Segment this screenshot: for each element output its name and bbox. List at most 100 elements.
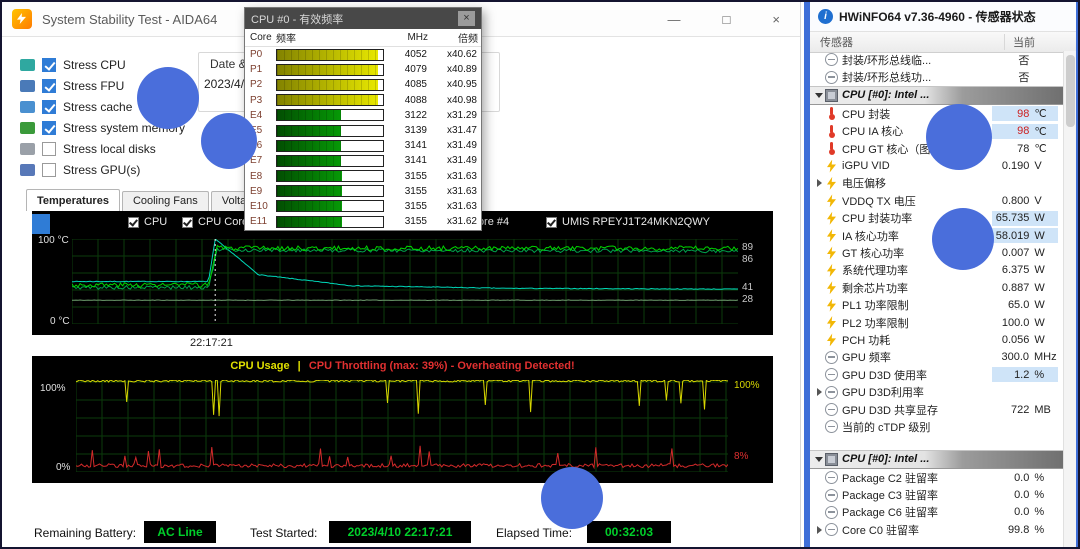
row-spacer <box>810 436 1064 450</box>
chevron-right-icon[interactable] <box>814 178 825 189</box>
chevron-down-icon[interactable] <box>814 454 825 465</box>
minimize-icon[interactable]: — <box>668 12 681 27</box>
multiplier-value: x31.49 <box>427 140 477 151</box>
freq-row[interactable]: P04052x40.62 <box>245 47 481 62</box>
stress-checkbox[interactable] <box>42 58 56 72</box>
sensor-value: 300.0MHz <box>992 350 1058 365</box>
freq-row[interactable]: P34088x40.98 <box>245 93 481 108</box>
usage-chart-title: CPU Usage | CPU Throttling (max: 39%) - … <box>32 360 773 372</box>
freq-row[interactable]: E113155x31.62 <box>245 214 481 229</box>
freq-row[interactable]: E103155x31.63 <box>245 199 481 214</box>
stress-checkbox[interactable] <box>42 100 56 114</box>
sensor-row[interactable]: PL2 功率限制100.0W <box>810 314 1064 331</box>
sensor-label: 封装/环形总线临... <box>842 52 992 68</box>
stress-checkbox[interactable] <box>42 163 56 177</box>
sensor-row[interactable]: 电压偏移 <box>810 175 1064 192</box>
stress-item[interactable]: Stress local disks <box>20 138 185 159</box>
sensor-row[interactable]: 系统代理功率6.375W <box>810 262 1064 279</box>
legend-label: CPU Core <box>198 216 248 228</box>
legend-checkbox[interactable] <box>182 217 193 228</box>
sensor-value: 98℃ <box>992 106 1058 121</box>
sensor-section-row[interactable]: CPU [#0]: Intel ... <box>810 450 1064 469</box>
sensor-row[interactable]: PCH 功耗0.056W <box>810 331 1064 348</box>
close-icon[interactable]: × <box>772 12 780 27</box>
freq-titlebar[interactable]: CPU #0 - 有效频率 × <box>245 8 481 29</box>
stress-checkbox[interactable] <box>42 121 56 135</box>
sensor-row[interactable]: Package C2 驻留率0.0% <box>810 469 1064 486</box>
mhz-value: 3122 <box>387 110 427 121</box>
freq-row[interactable]: P14079x40.89 <box>245 62 481 77</box>
core-label: E11 <box>250 216 274 227</box>
indent-spacer <box>814 108 825 119</box>
mhz-value: 3155 <box>387 186 427 197</box>
freq-row[interactable]: E43122x31.29 <box>245 108 481 123</box>
cpu-usage-chart <box>76 380 728 472</box>
sensor-row[interactable]: 封装/环形总线功...否 <box>810 68 1064 85</box>
indent-spacer <box>814 230 825 241</box>
chevron-down-icon[interactable] <box>814 90 825 101</box>
sensor-row[interactable]: GPU D3D 使用率1.2% <box>810 366 1064 383</box>
chevron-right-icon[interactable] <box>814 387 825 398</box>
chip-icon <box>825 89 838 102</box>
chip-icon <box>825 453 838 466</box>
freq-row[interactable]: E83155x31.63 <box>245 169 481 184</box>
sensor-row[interactable]: Package C6 驻留率0.0% <box>810 504 1064 521</box>
freq-row[interactable]: E53139x31.47 <box>245 123 481 138</box>
sensor-value-unit: W <box>1029 230 1056 242</box>
dash-icon <box>825 471 838 484</box>
stress-checkbox[interactable] <box>42 142 56 156</box>
bolt-icon <box>825 229 838 242</box>
sensor-value: 100.0W <box>992 315 1058 330</box>
sensor-value-number: 99.8 <box>992 524 1029 536</box>
stress-item[interactable]: Stress GPU(s) <box>20 159 185 180</box>
dash-icon <box>825 420 838 433</box>
legend-checkbox[interactable] <box>546 217 557 228</box>
blue-dot-overlay <box>541 467 603 529</box>
chart-right-label: 100% <box>734 380 760 391</box>
legend-label: CPU <box>144 216 167 228</box>
freq-row[interactable]: E93155x31.63 <box>245 184 481 199</box>
frequency-bar-fill <box>277 156 341 166</box>
close-icon[interactable]: × <box>458 11 475 26</box>
stress-label: Stress local disks <box>63 142 156 156</box>
bolt-icon <box>825 333 838 346</box>
scroll-thumb[interactable] <box>32 214 50 234</box>
sensor-value: 0.0% <box>992 505 1058 520</box>
indent-spacer <box>814 334 825 345</box>
sensor-row[interactable]: 封装/环形总线临...否 <box>810 51 1064 68</box>
maximize-icon[interactable]: □ <box>723 12 731 27</box>
freq-row[interactable]: P24085x40.95 <box>245 77 481 92</box>
frequency-bar-fill <box>277 80 378 90</box>
legend-item[interactable]: CPU Core <box>182 216 248 228</box>
scrollbar-thumb[interactable] <box>1066 55 1075 127</box>
stress-checkbox[interactable] <box>42 79 56 93</box>
hwinfo-titlebar[interactable]: i HWiNFO64 v7.36-4960 - 传感器状态 <box>810 2 1076 32</box>
sensor-value-number: 6.375 <box>992 264 1029 276</box>
hwinfo-scrollbar[interactable] <box>1063 51 1076 549</box>
sensor-row[interactable]: GPU D3D 共享显存722MB <box>810 401 1064 418</box>
frequency-bar-fill <box>277 126 341 136</box>
freq-row[interactable]: E63141x31.49 <box>245 138 481 153</box>
sensor-row[interactable]: PL1 功率限制65.0W <box>810 296 1064 313</box>
test-started-label: Test Started: <box>250 526 317 540</box>
sensor-row[interactable]: Package C3 驻留率0.0% <box>810 486 1064 503</box>
sensor-row[interactable]: GPU 频率300.0MHz <box>810 349 1064 366</box>
sensor-row[interactable]: Core C0 驻留率99.8% <box>810 521 1064 538</box>
sensor-section-row[interactable]: CPU [#0]: Intel ... <box>810 86 1064 105</box>
sensor-row[interactable]: VDDQ TX 电压0.800V <box>810 192 1064 209</box>
frequency-bar <box>276 216 384 228</box>
sensor-row[interactable]: GPU D3D利用率 <box>810 383 1064 400</box>
chevron-right-icon[interactable] <box>814 524 825 535</box>
mhz-value: 4052 <box>387 49 427 60</box>
sensor-row[interactable]: 剩余芯片功率0.887W <box>810 279 1064 296</box>
freq-row[interactable]: E73141x31.49 <box>245 153 481 168</box>
indent-spacer <box>814 490 825 501</box>
sensor-row[interactable]: 当前的 cTDP 级别 <box>810 418 1064 435</box>
legend-item[interactable]: CPU <box>128 216 167 228</box>
tab-cooling-fans[interactable]: Cooling Fans <box>122 191 209 211</box>
sensor-label: Package C3 驻留率 <box>842 487 992 503</box>
legend-checkbox[interactable] <box>128 217 139 228</box>
usage-title-separator: | <box>298 360 301 372</box>
tab-temperatures[interactable]: Temperatures <box>26 189 120 211</box>
legend-item[interactable]: UMIS RPEYJ1T24MKN2QWY <box>546 216 710 228</box>
